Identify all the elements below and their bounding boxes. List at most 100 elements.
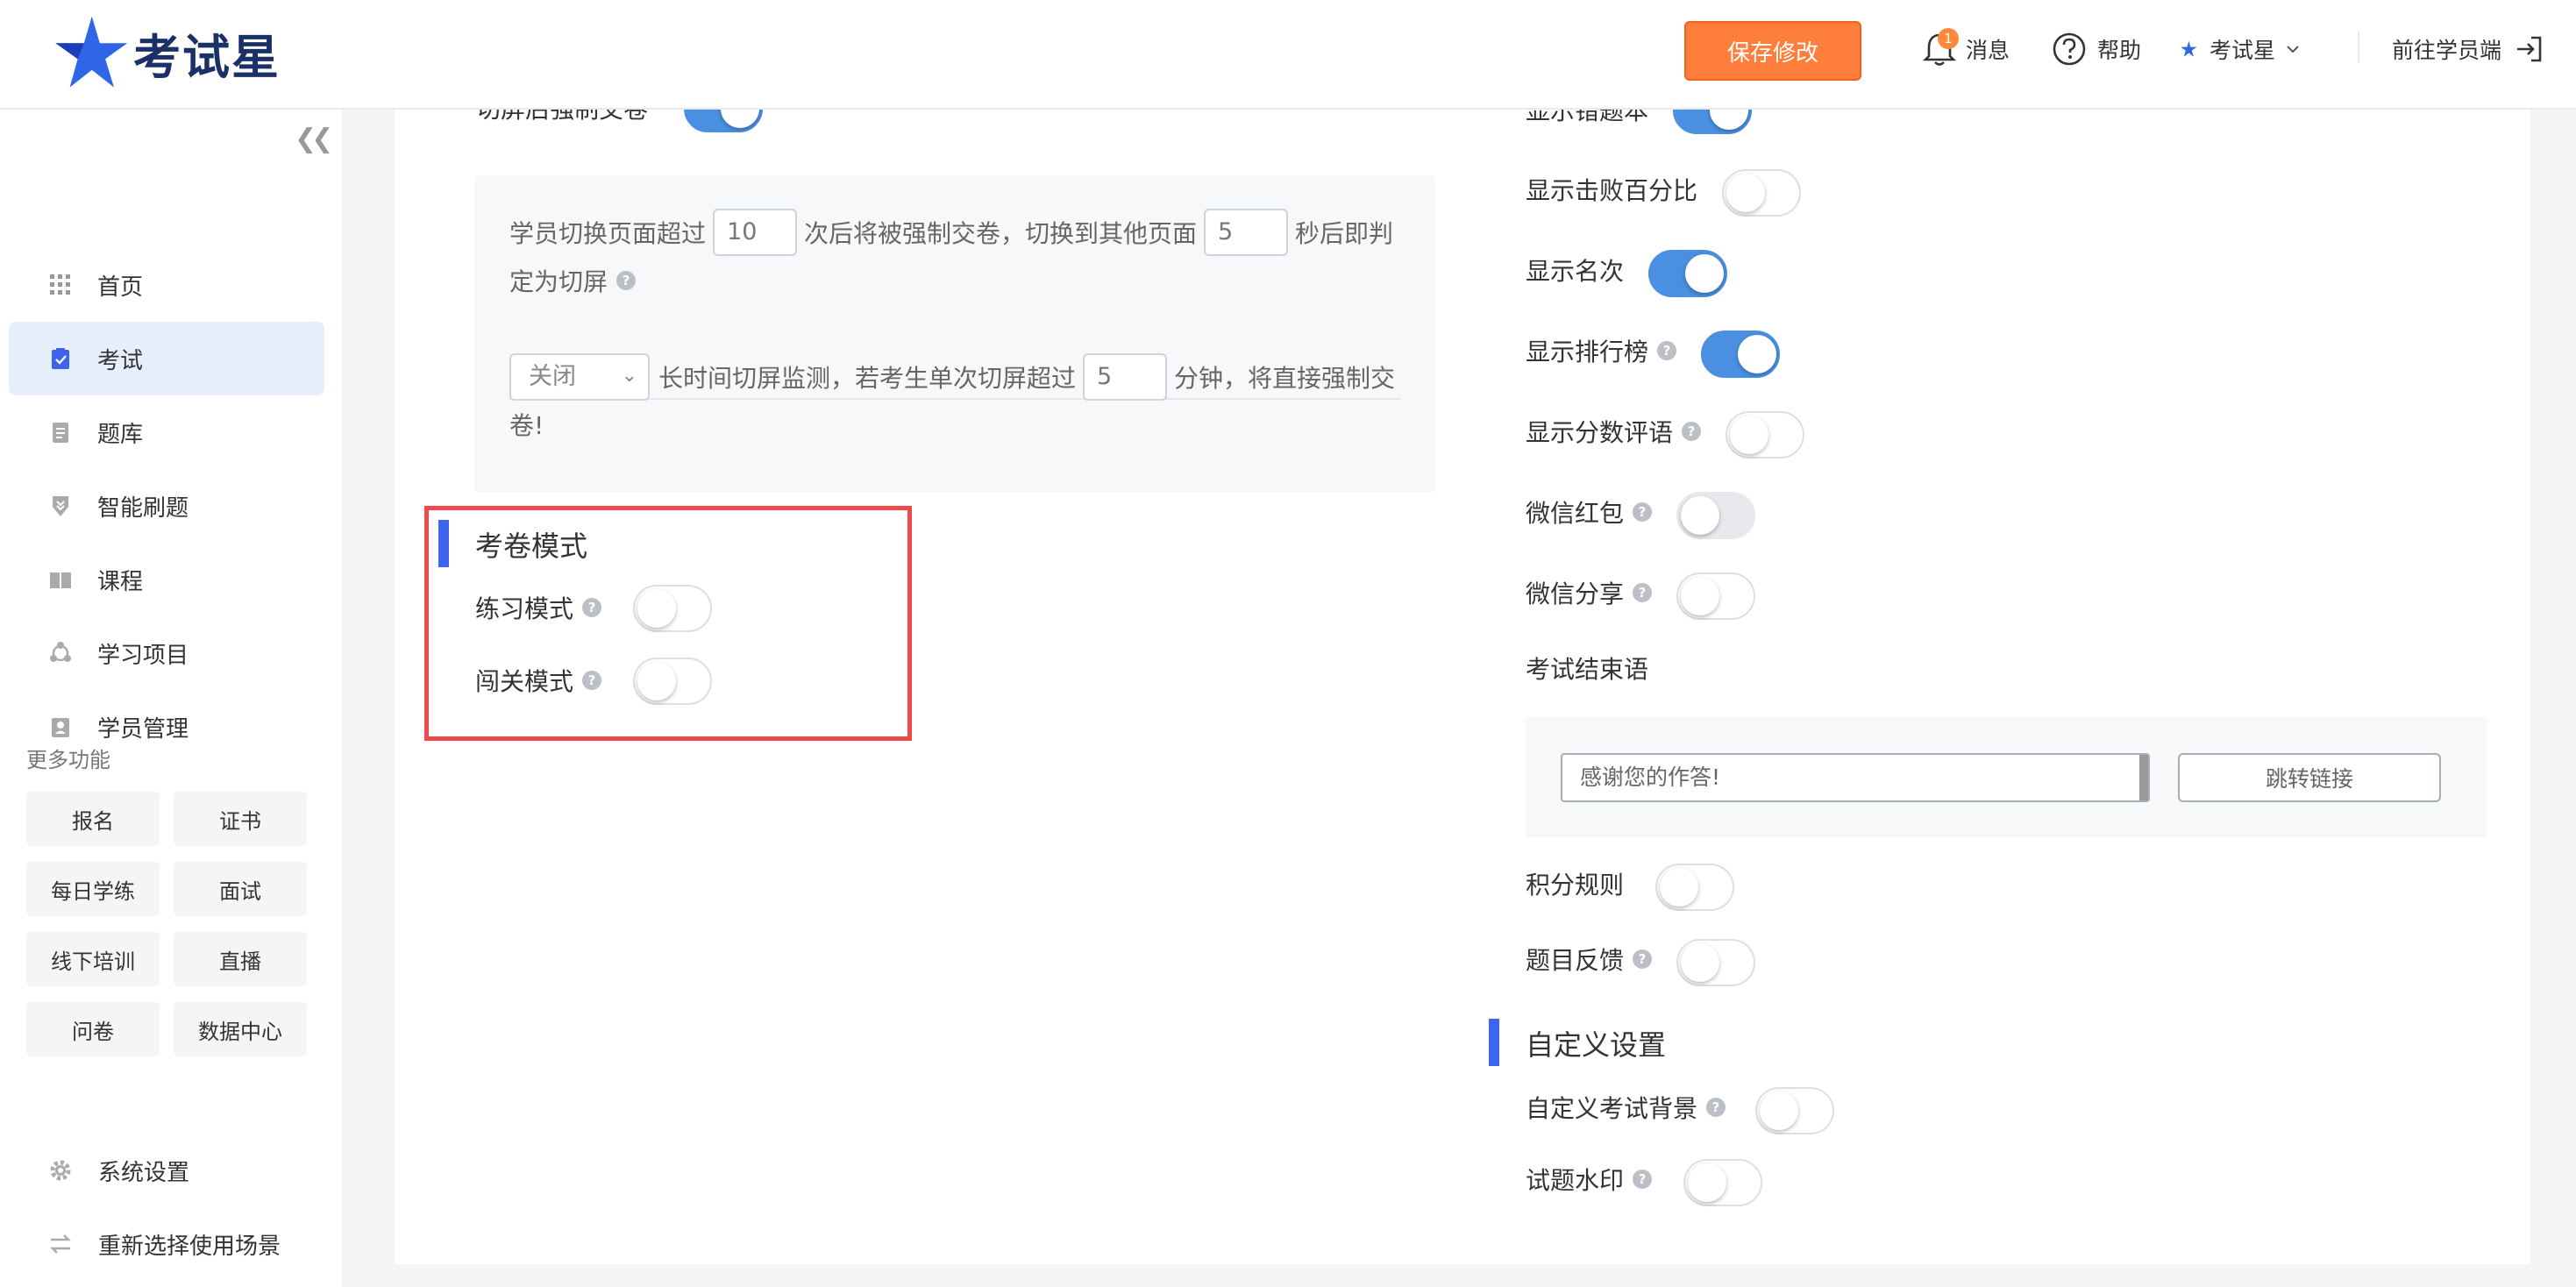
sidebar-item-home[interactable]: 首页 (9, 248, 324, 322)
sidebar-item-label: 学习项目 (97, 642, 189, 669)
switch-count-input[interactable]: 10 (713, 209, 798, 256)
wechat-share-toggle[interactable] (1676, 572, 1755, 620)
help-question-icon[interactable]: ? (1633, 502, 1653, 522)
document-list-icon (53, 423, 68, 443)
mini-logo-icon (2181, 40, 2197, 57)
rank-label: 显示名次 (1526, 257, 1625, 286)
leaderboard-toggle[interactable] (1701, 331, 1780, 378)
highlight-box (424, 506, 912, 741)
defeat-percent-toggle[interactable] (1722, 169, 1801, 217)
section-bar (1489, 1019, 1499, 1066)
sidebar-item-system-settings[interactable]: 系统设置 (49, 1148, 189, 1192)
sidebar-item-label: 考试 (97, 347, 144, 374)
help-question-icon[interactable]: ? (1633, 1170, 1653, 1189)
wechat-share-label: 微信分享? (1526, 575, 1653, 610)
account-dropdown[interactable]: 考试星 (2180, 25, 2302, 74)
sidebar-item-label: 智能刷题 (97, 494, 189, 522)
help-question-icon[interactable]: ? (1706, 1098, 1726, 1117)
resize-handle[interactable] (2139, 755, 2148, 800)
sidebar-item-learning-project[interactable]: 学习项目 (9, 616, 324, 690)
wechat-redpacket-label: 微信红包? (1526, 494, 1653, 530)
id-badge-icon (52, 718, 69, 737)
messages-label: 消息 (1966, 38, 2010, 63)
switch-text-3: 秒后即判 (1295, 219, 1394, 248)
leaderboard-label: 显示排行榜? (1526, 333, 1677, 368)
brand-logo[interactable]: 考试星 (51, 12, 281, 93)
end-message-box: 感谢您的作答! 跳转链接 (1526, 716, 2487, 837)
save-changes-button[interactable]: 保存修改 (1684, 21, 1861, 81)
end-message-input[interactable]: 感谢您的作答! (1561, 753, 2150, 802)
header-divider (2358, 32, 2359, 63)
help-circle-icon (2053, 32, 2086, 66)
student-portal-label: 前往学员端 (2392, 38, 2502, 63)
score-comment-label: 显示分数评语? (1526, 414, 1702, 449)
question-feedback-label: 题目反馈? (1526, 942, 1653, 977)
custom-background-toggle[interactable] (1755, 1087, 1834, 1134)
custom-settings-title: 自定义设置 (1526, 1028, 1667, 1062)
logout-icon (2517, 36, 2542, 62)
feature-interview-button[interactable]: 面试 (174, 862, 307, 916)
sidebar-item-label: 课程 (97, 568, 144, 595)
cycle-nodes-icon (50, 642, 71, 662)
help-question-icon[interactable]: ? (1633, 949, 1653, 969)
defeat-percent-label: 显示击败百分比 (1526, 176, 1698, 205)
watermark-label: 试题水印? (1526, 1162, 1653, 1197)
jump-link-button[interactable]: 跳转链接 (2178, 753, 2441, 802)
sidebar-item-course[interactable]: 课程 (9, 543, 324, 616)
feature-daily-practice-button[interactable]: 每日学练 (26, 862, 160, 916)
watermark-toggle[interactable] (1683, 1159, 1762, 1206)
sidebar-item-label: 首页 (97, 274, 144, 301)
points-rule-label: 积分规则 (1526, 871, 1625, 899)
account-name: 考试星 (2210, 38, 2276, 63)
switch-text-2: 次后将被强制交卷，切换到其他页面 (804, 219, 1198, 248)
sidebar-item-label: 题库 (97, 421, 144, 448)
feature-live-button[interactable]: 直播 (174, 932, 307, 986)
swap-arrows-icon (50, 1234, 71, 1254)
collapse-sidebar-icon[interactable]: ❮❮ (295, 124, 333, 154)
messages-link[interactable]: 1 消息 (1920, 25, 2010, 74)
switch-screen-settings-box: 学员切换页面超过 10 次后将被强制交卷，切换到其他页面 5 秒后即判 定为切屏… (474, 175, 1435, 492)
score-comment-toggle[interactable] (1726, 411, 1804, 459)
question-feedback-toggle[interactable] (1676, 939, 1755, 986)
end-message-value: 感谢您的作答! (1580, 764, 1721, 790)
custom-background-label: 自定义考试背景? (1526, 1090, 1726, 1125)
chevron-down-icon (2287, 46, 2299, 53)
monitor-minutes-input[interactable]: 5 (1083, 353, 1168, 401)
feature-survey-button[interactable]: 问卷 (26, 1002, 160, 1056)
sidebar-item-label: 重新选择使用场景 (98, 1233, 281, 1260)
wechat-redpacket-toggle[interactable] (1676, 492, 1755, 539)
switch-seconds-input[interactable]: 5 (1204, 209, 1289, 256)
monitor-select[interactable]: 关闭 ⌄ (509, 353, 650, 401)
feature-offline-training-button[interactable]: 线下培训 (26, 932, 160, 986)
feature-certificate-button[interactable]: 证书 (174, 792, 307, 846)
help-question-icon[interactable]: ? (1657, 341, 1677, 360)
student-portal-link[interactable]: 前往学员端 (2392, 25, 2544, 74)
help-question-icon[interactable]: ? (1633, 583, 1653, 602)
sidebar-item-question-bank[interactable]: 题库 (9, 395, 324, 469)
rank-toggle[interactable] (1648, 250, 1727, 297)
chevron-down-icon: ⌄ (621, 365, 637, 387)
monitor-text-3: 卷! (509, 411, 544, 440)
help-link[interactable]: 帮助 (2052, 25, 2141, 74)
clipboard-check-icon (52, 348, 69, 369)
help-question-icon[interactable]: ? (616, 271, 637, 290)
monitor-text-2: 分钟，将直接强制交 (1174, 364, 1396, 393)
sidebar-item-smart-practice[interactable]: 智能刷题 (9, 469, 324, 543)
end-message-label: 考试结束语 (1526, 655, 1649, 684)
gear-icon (50, 1160, 71, 1181)
feature-data-center-button[interactable]: 数据中心 (174, 1002, 307, 1056)
top-header: 考试星 保存修改 1 消息 帮助 考试星 前往学员端 (0, 0, 2576, 110)
help-question-icon[interactable]: ? (1682, 422, 1702, 441)
more-features-heading: 更多功能 (26, 748, 110, 772)
brand-name: 考试星 (133, 29, 281, 85)
monitor-text-1: 长时间切屏监测，若考生单次切屏超过 (658, 364, 1077, 393)
sidebar-item-label: 学员管理 (97, 715, 189, 743)
sidebar: ❮❮ 首页 考试 题库 智能刷题 课程 学习项目 学员管理 更多功能 报名 证书… (0, 110, 342, 1287)
sidebar-item-exam[interactable]: 考试 (9, 322, 324, 395)
sidebar-nav: 首页 考试 题库 智能刷题 课程 学习项目 学员管理 (9, 248, 324, 764)
points-rule-toggle[interactable] (1655, 864, 1734, 911)
switch-text-1: 学员切换页面超过 (509, 219, 707, 248)
sidebar-item-label: 系统设置 (98, 1159, 190, 1186)
feature-registration-button[interactable]: 报名 (26, 792, 160, 846)
sidebar-item-switch-scenario[interactable]: 重新选择使用场景 (49, 1222, 281, 1266)
